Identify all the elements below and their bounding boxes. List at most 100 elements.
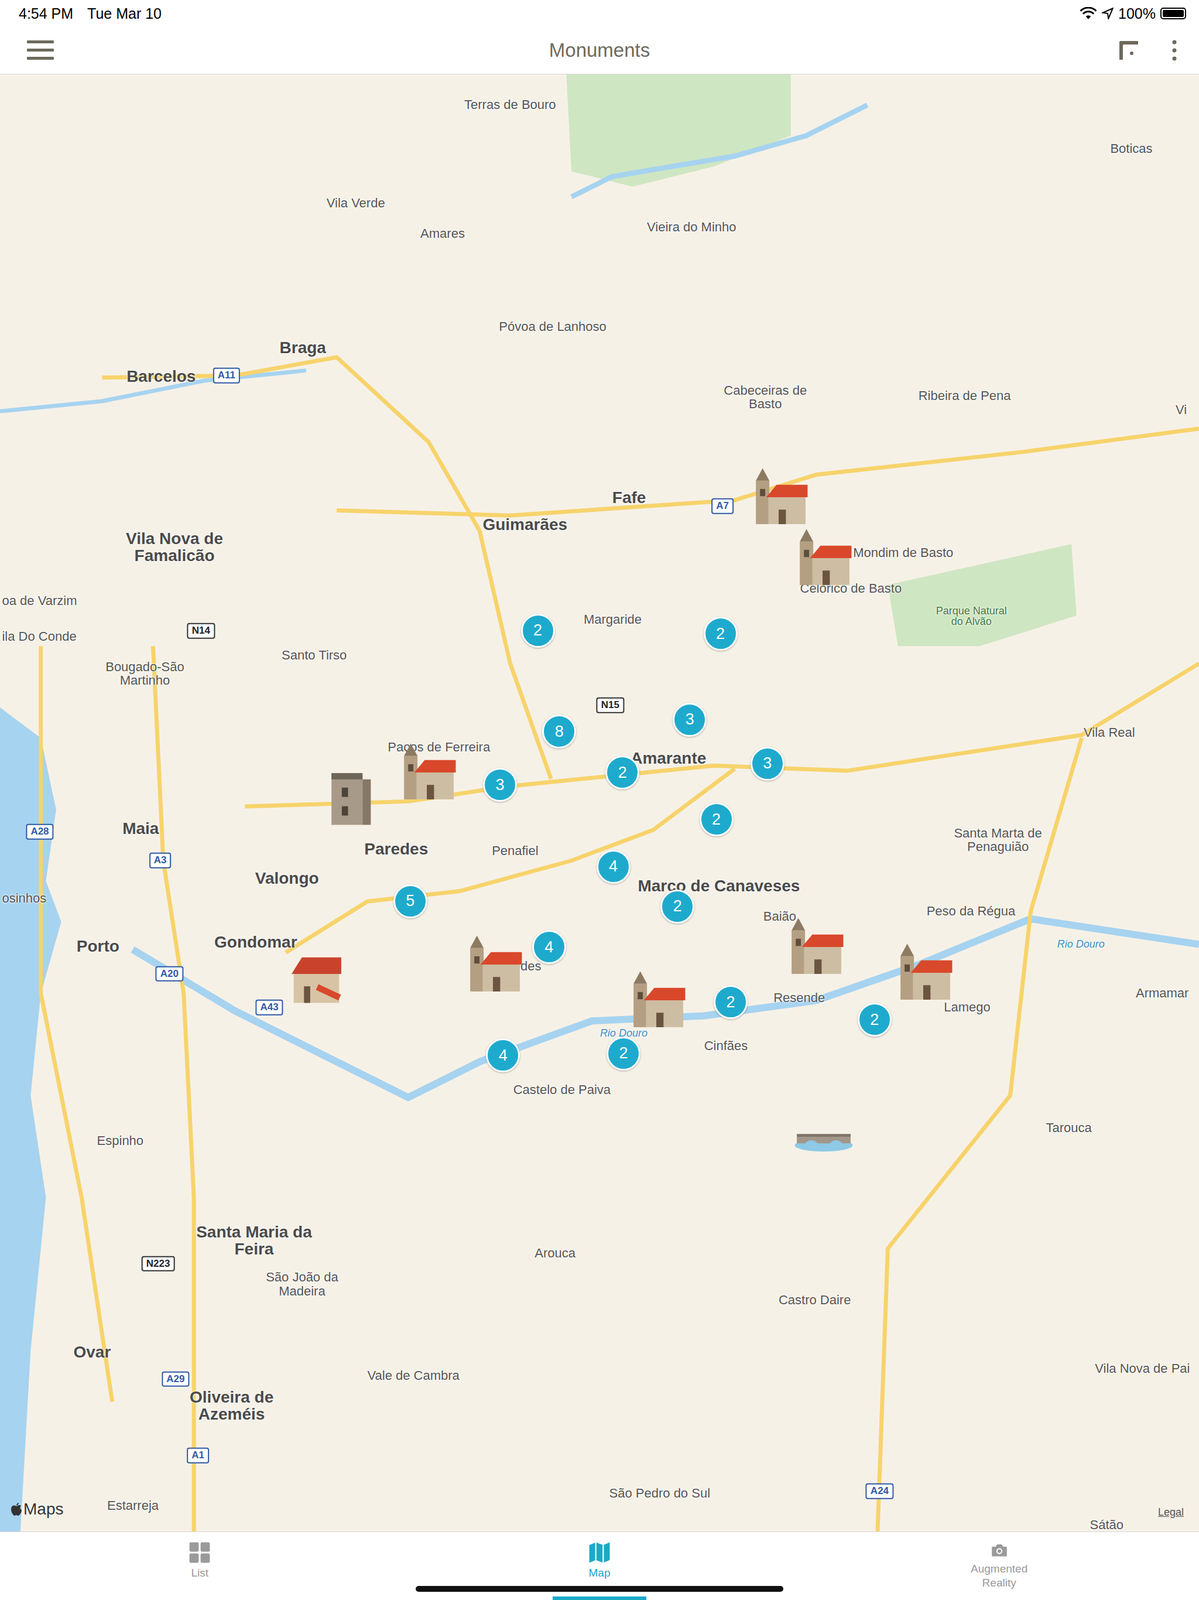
- more-options-icon[interactable]: [1170, 38, 1178, 63]
- monument-pin[interactable]: [892, 941, 955, 1004]
- monument-pin[interactable]: [783, 915, 846, 978]
- place-label: Peso da Régua: [926, 904, 1016, 918]
- map-view[interactable]: Terras de BouroVila VerdeAmaresVieira do…: [0, 74, 1199, 1531]
- place-label: Braga: [279, 338, 327, 356]
- place-label: Barcelos: [126, 367, 196, 385]
- road-shield: A43: [255, 999, 284, 1016]
- place-label: osinhos: [1, 891, 47, 905]
- map-icon: [588, 1540, 611, 1564]
- place-label: Baião: [763, 909, 797, 923]
- place-label: Parque Natural do Alvão: [930, 605, 1013, 628]
- place-label: Amares: [420, 226, 465, 241]
- cluster-marker[interactable]: 5: [393, 884, 428, 918]
- place-label: São Pedro do Sul: [609, 1485, 711, 1500]
- tab-bar: List Map Augmented Reality: [0, 1530, 1199, 1600]
- church-icon: [892, 941, 955, 1004]
- place-label: Paredes: [364, 840, 428, 858]
- church-icon: [625, 968, 688, 1031]
- monument-pin[interactable]: [319, 764, 382, 827]
- place-label: Rio Douro: [1057, 938, 1105, 950]
- app-logo-icon[interactable]: [1117, 38, 1141, 63]
- road-shield: N223: [141, 1255, 176, 1272]
- church-icon: [791, 526, 854, 589]
- status-bar: 4:54 PM Tue Mar 10 100%: [0, 0, 1199, 27]
- place-label: Penafiel: [491, 844, 539, 858]
- cluster-marker[interactable]: 3: [482, 767, 517, 802]
- road-shield: A29: [161, 1370, 190, 1387]
- tab-item[interactable]: List: [141, 1531, 259, 1591]
- place-label: Boticas: [1110, 142, 1153, 156]
- place-label: Lamego: [943, 1000, 991, 1014]
- place-label: Sátão: [1090, 1517, 1125, 1531]
- grid-icon: [188, 1540, 211, 1564]
- cluster-marker[interactable]: 4: [596, 849, 631, 884]
- place-label: Ovar: [73, 1343, 111, 1361]
- status-date: Tue Mar 10: [87, 5, 162, 23]
- cluster-marker[interactable]: 2: [660, 889, 695, 924]
- place-label: Santo Tirso: [281, 648, 347, 662]
- place-label: Maia: [122, 819, 159, 837]
- cluster-marker[interactable]: 8: [542, 714, 577, 749]
- place-label: Porto: [76, 937, 120, 955]
- place-label: Paços de Ferreira: [387, 740, 491, 754]
- road-shield: N14: [187, 622, 215, 639]
- place-label: Vila Verde: [326, 196, 386, 210]
- place-label: oa de Varzim: [1, 594, 77, 608]
- apple-logo-icon: [10, 1501, 23, 1516]
- monument-pin[interactable]: [395, 741, 458, 804]
- place-label: Bougado-São Martinho: [93, 659, 196, 687]
- bridge-icon: [792, 1103, 855, 1166]
- road-shield: A28: [25, 823, 54, 840]
- cluster-marker[interactable]: 2: [703, 616, 738, 651]
- place-label: São João da Madeira: [259, 1269, 344, 1297]
- place-label: Amarante: [630, 749, 707, 767]
- road-shield: A20: [155, 965, 184, 982]
- place-label: ila Do Conde: [1, 629, 77, 644]
- place-label: Santa Maria da Feira: [193, 1222, 315, 1257]
- monument-pin[interactable]: [287, 946, 350, 1009]
- monument-pin[interactable]: [792, 1103, 855, 1166]
- status-time: 4:54 PM: [18, 5, 74, 23]
- cluster-marker[interactable]: 2: [699, 802, 734, 837]
- hamburger-menu-icon[interactable]: [25, 38, 56, 63]
- place-label: Castro Daire: [778, 1293, 851, 1307]
- cluster-marker[interactable]: 4: [485, 1038, 520, 1072]
- place-label: Vila Nova de Pai: [1094, 1361, 1190, 1376]
- church-icon: [461, 933, 524, 996]
- monument-pin[interactable]: [747, 466, 810, 529]
- camera-icon: [988, 1540, 1011, 1560]
- road-shield: N15: [596, 697, 625, 714]
- cluster-marker[interactable]: 2: [606, 1036, 641, 1071]
- cluster-marker[interactable]: 3: [750, 746, 785, 781]
- place-label: Espinho: [97, 1134, 145, 1148]
- place-label: Marco de Canaveses: [637, 877, 800, 894]
- place-label: Fafe: [612, 489, 647, 507]
- monument-pin[interactable]: [625, 968, 688, 1031]
- home-indicator: [415, 1585, 784, 1592]
- cluster-marker[interactable]: 3: [672, 702, 707, 737]
- church-icon: [395, 741, 458, 804]
- monument-pin[interactable]: [791, 526, 854, 589]
- place-label: Tarouca: [1046, 1120, 1092, 1135]
- cluster-marker[interactable]: 2: [521, 613, 556, 648]
- tab-item[interactable]: Augmented Reality: [940, 1531, 1058, 1591]
- battery-percent: 100%: [1118, 5, 1156, 23]
- cluster-marker[interactable]: 2: [857, 1002, 892, 1037]
- legal-link[interactable]: Legal: [1158, 1505, 1184, 1519]
- cluster-marker[interactable]: 2: [605, 755, 640, 790]
- nav-bar: Monuments: [0, 26, 1199, 75]
- church-icon: [747, 466, 810, 529]
- maps-attribution: Maps: [10, 1499, 64, 1519]
- cluster-marker[interactable]: 2: [713, 984, 748, 1019]
- place-label: Cabeceiras de Basto: [723, 383, 808, 411]
- place-label: Arouca: [534, 1246, 576, 1260]
- place-label: Margaride: [583, 612, 642, 626]
- cluster-marker[interactable]: 4: [532, 929, 567, 964]
- map-background: [0, 74, 1199, 1531]
- place-label: Vila Real: [1083, 725, 1136, 740]
- tab-item[interactable]: Map: [540, 1531, 659, 1591]
- road-shield: A11: [213, 367, 241, 384]
- monument-pin[interactable]: [461, 933, 524, 996]
- place-label: Castelo de Paiva: [513, 1083, 611, 1097]
- road-shield: A7: [711, 498, 734, 515]
